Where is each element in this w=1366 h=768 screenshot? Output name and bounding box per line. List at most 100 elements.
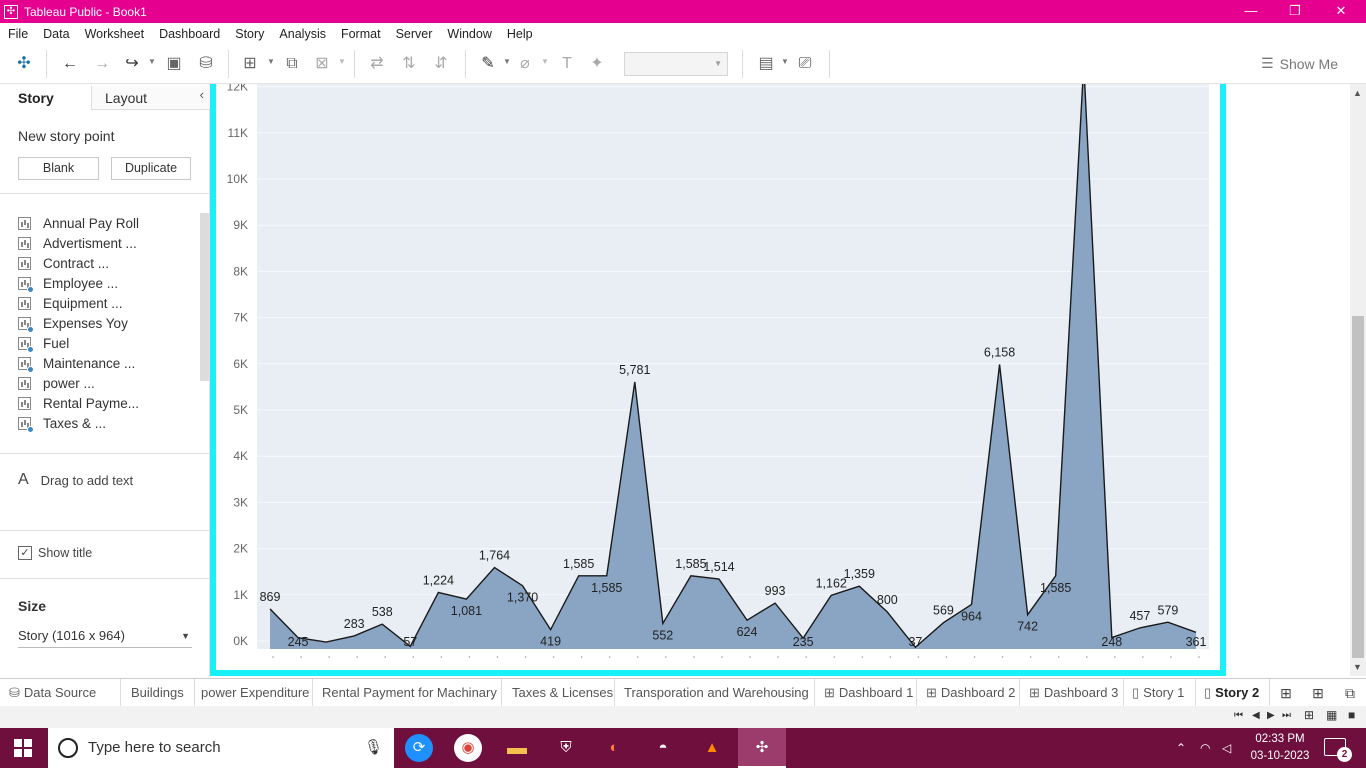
new-story-tab-icon[interactable]: ⧉: [1341, 684, 1359, 702]
tab-dashboard-2[interactable]: ⊞ Dashboard 2: [917, 679, 1020, 707]
canvas-vertical-scrollbar[interactable]: ▲ ▼: [1350, 84, 1366, 676]
presentation-mode-icon[interactable]: ⎚: [795, 54, 815, 74]
fit-selector[interactable]: ▼: [624, 52, 728, 76]
tab-layout[interactable]: Layout: [92, 86, 210, 110]
tab-power-expenditure[interactable]: power Expenditure: [195, 679, 313, 707]
microphone-icon[interactable]: 🎙: [364, 738, 383, 756]
tableau-taskbar-icon[interactable]: ✣: [738, 728, 786, 768]
menu-dashboard[interactable]: Dashboard: [159, 27, 220, 41]
group-members-icon[interactable]: ⌀: [515, 54, 535, 74]
tab-transporation-warehousing[interactable]: Transporation and Warehousing: [615, 679, 815, 707]
save-icon[interactable]: ▣: [164, 54, 184, 74]
show-filmstrip-icon[interactable]: ▦: [1326, 708, 1337, 722]
swap-rows-columns-icon[interactable]: ⇄: [367, 54, 387, 74]
menu-help[interactable]: Help: [507, 27, 533, 41]
sheet-item-advertisment[interactable]: Advertisment ...: [18, 233, 137, 253]
pin-axes-icon[interactable]: ✦: [587, 54, 607, 74]
new-worksheet-tab-icon[interactable]: ⊞: [1277, 684, 1295, 702]
taskbar-clock[interactable]: 02:33 PM 03-10-2023: [1245, 731, 1315, 765]
blank-button[interactable]: Blank: [18, 157, 99, 180]
show-hidden-icons-icon[interactable]: ⌃: [1176, 728, 1186, 768]
scrollbar-thumb[interactable]: [1352, 316, 1364, 658]
duplicate-sheet-icon[interactable]: ⧉: [282, 54, 302, 74]
minimize-button[interactable]: —: [1228, 0, 1274, 23]
menu-server[interactable]: Server: [396, 27, 433, 41]
security-shield-icon[interactable]: ⛨: [552, 734, 580, 762]
tab-dashboard-1[interactable]: ⊞ Dashboard 1: [815, 679, 917, 707]
tab-story[interactable]: Story: [0, 86, 92, 110]
highlight-dropdown-icon[interactable]: ▼: [503, 57, 511, 66]
undo-icon[interactable]: ←: [60, 54, 80, 74]
show-cards-dropdown-icon[interactable]: ▼: [781, 57, 789, 66]
next-sheet-icon[interactable]: ▶: [1267, 710, 1275, 721]
prev-sheet-icon[interactable]: ◀: [1252, 710, 1260, 721]
collapse-pane-icon[interactable]: ‹: [200, 87, 204, 102]
story-size-select[interactable]: Story (1016 x 964) ▼: [18, 626, 192, 648]
chrome-icon[interactable]: ◉: [454, 734, 482, 762]
sheet-item-annual-pay-roll[interactable]: Annual Pay Roll: [18, 213, 139, 233]
sheet-list-scrollbar[interactable]: [200, 213, 209, 381]
sheet-item-fuel[interactable]: Fuel: [18, 333, 69, 353]
new-worksheet-icon[interactable]: ⊞: [240, 54, 260, 74]
tab-buildings[interactable]: Buildings: [121, 679, 195, 707]
sheet-item-employee[interactable]: Employee ...: [18, 273, 118, 293]
duplicate-button[interactable]: Duplicate: [111, 157, 191, 180]
tab-story-1[interactable]: ▯ Story 1: [1124, 679, 1196, 707]
sheet-item-taxes[interactable]: Taxes & ...: [18, 413, 106, 433]
checkbox-checked-icon[interactable]: ✓: [18, 546, 32, 560]
highlight-icon[interactable]: ✎: [478, 54, 498, 74]
new-worksheet-dropdown-icon[interactable]: ▼: [267, 57, 275, 66]
menu-window[interactable]: Window: [447, 27, 491, 41]
show-tabs-icon[interactable]: ■: [1348, 708, 1355, 722]
menu-analysis[interactable]: Analysis: [279, 27, 326, 41]
sheet-item-contract[interactable]: Contract ...: [18, 253, 109, 273]
show-mark-labels-icon[interactable]: T: [557, 54, 577, 74]
sheet-item-equipment[interactable]: Equipment ...: [18, 293, 123, 313]
sort-ascending-icon[interactable]: ⇅: [399, 54, 419, 74]
sheet-item-maintenance[interactable]: Maintenance ...: [18, 353, 135, 373]
tab-taxes-licenses[interactable]: Taxes & Licenses: [502, 679, 615, 707]
tab-dashboard-3[interactable]: ⊞ Dashboard 3: [1020, 679, 1124, 707]
tableau-home-icon[interactable]: ✣: [14, 54, 34, 74]
wifi-icon[interactable]: ◠: [1200, 728, 1210, 768]
sheet-item-rental-payment[interactable]: Rental Payme...: [18, 393, 139, 413]
menu-data[interactable]: Data: [43, 27, 69, 41]
tab-rental-payment[interactable]: Rental Payment for Machinary: [313, 679, 502, 707]
windows-start-icon[interactable]: [14, 739, 32, 757]
last-sheet-icon[interactable]: ⏭: [1282, 710, 1291, 721]
new-dashboard-tab-icon[interactable]: ⊞: [1309, 684, 1327, 702]
show-me-button[interactable]: ☰ Show Me: [1261, 55, 1338, 72]
file-explorer-icon[interactable]: ▬: [503, 734, 531, 762]
sort-descending-icon[interactable]: ⇵: [431, 54, 451, 74]
menu-file[interactable]: File: [8, 27, 28, 41]
menu-worksheet[interactable]: Worksheet: [85, 27, 145, 41]
scroll-down-icon[interactable]: ▼: [1353, 662, 1362, 672]
tab-story-2[interactable]: ▯ Story 2: [1196, 679, 1270, 707]
tab-data-source[interactable]: ⛁ Data Source: [0, 679, 121, 707]
new-data-source-icon[interactable]: ⛁: [196, 54, 216, 74]
replay-icon[interactable]: ↪: [122, 54, 142, 74]
show-sheet-sorter-icon[interactable]: ⊞: [1304, 708, 1314, 722]
menu-story[interactable]: Story: [235, 27, 264, 41]
menu-format[interactable]: Format: [341, 27, 381, 41]
taskbar-search-box[interactable]: Type here to search 🎙: [48, 728, 394, 768]
sync-app-icon[interactable]: ⟳: [405, 734, 433, 762]
show-cards-icon[interactable]: ▤: [756, 54, 776, 74]
sheet-item-expenses-yoy[interactable]: Expenses Yoy: [18, 313, 128, 333]
volume-icon[interactable]: ◁: [1222, 728, 1231, 768]
scroll-up-icon[interactable]: ▲: [1353, 88, 1362, 98]
clear-sheet-dropdown-icon[interactable]: ▼: [338, 57, 346, 66]
sheet-item-power[interactable]: power ...: [18, 373, 95, 393]
group-dropdown-icon[interactable]: ▼: [541, 57, 549, 66]
restore-button[interactable]: ❐: [1272, 0, 1318, 23]
show-title-checkbox[interactable]: ✓ Show title: [18, 546, 92, 560]
penguin-app-icon[interactable]: ◓: [649, 734, 677, 762]
close-button[interactable]: ✕: [1318, 0, 1364, 23]
ccleaner-icon[interactable]: ◐: [600, 734, 628, 762]
first-sheet-icon[interactable]: ⏮: [1234, 710, 1243, 721]
vlc-icon[interactable]: ▲: [698, 734, 726, 762]
clear-sheet-icon[interactable]: ⊠: [312, 54, 332, 74]
replay-dropdown-icon[interactable]: ▼: [148, 57, 156, 66]
notification-center-icon[interactable]: 2: [1324, 738, 1352, 762]
drag-to-add-text[interactable]: A Drag to add text: [18, 471, 133, 489]
